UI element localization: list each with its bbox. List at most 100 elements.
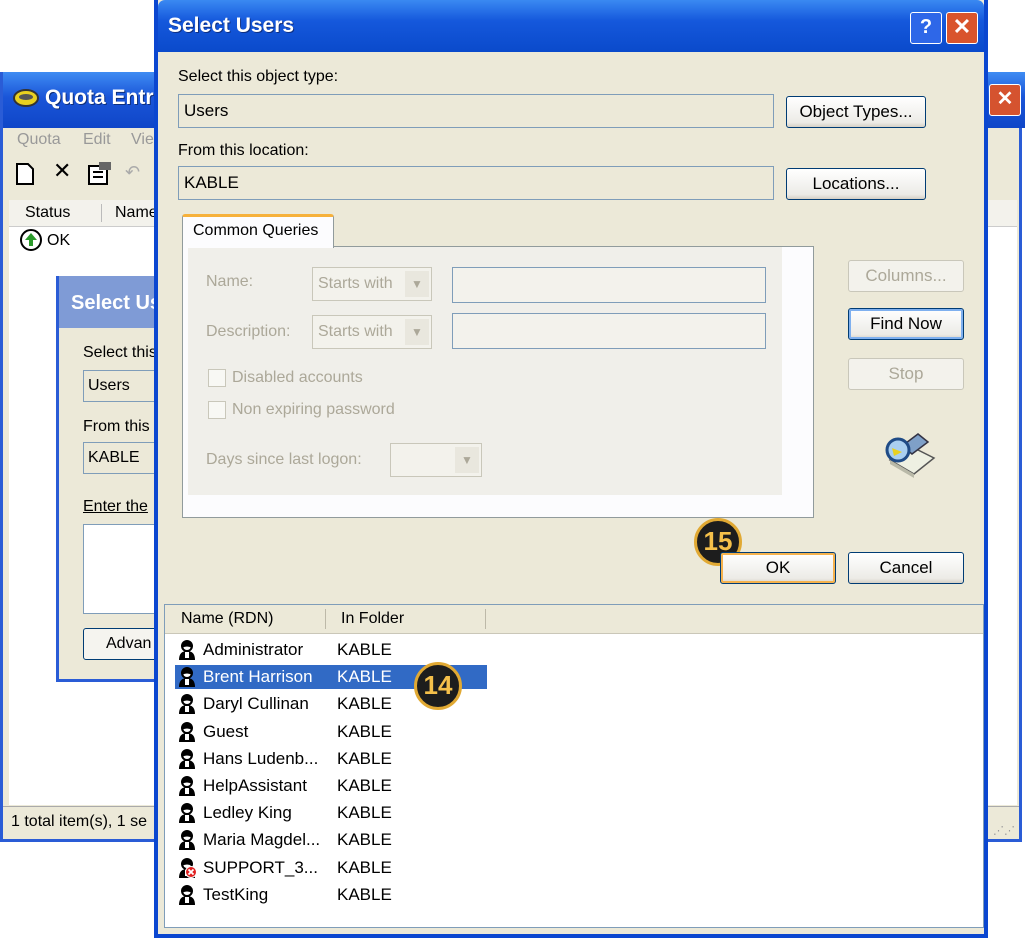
location-field: KABLE — [178, 166, 774, 200]
tab-common-queries[interactable]: Common Queries — [182, 214, 334, 248]
user-name: HelpAssistant — [203, 776, 307, 795]
quota-window-title: Quota Entri — [45, 86, 160, 109]
undo-icon[interactable]: ↶ — [125, 162, 140, 183]
user-folder: KABLE — [337, 803, 392, 823]
properties-icon[interactable] — [87, 160, 113, 186]
select-users-dialog: Select Users ? ✕ Select this object type… — [154, 0, 988, 938]
close-button[interactable]: ✕ — [946, 12, 978, 44]
resize-grip-icon[interactable]: ⋰⋰ — [993, 824, 1015, 838]
non-expiring-password-checkbox[interactable] — [208, 401, 226, 419]
column-separator — [485, 609, 486, 629]
disabled-accounts-label: Disabled accounts — [232, 369, 363, 386]
user-icon — [177, 830, 197, 851]
cancel-button[interactable]: Cancel — [848, 552, 964, 584]
table-row[interactable]: TestKing KABLE — [175, 883, 487, 907]
non-expiring-password-label: Non expiring password — [232, 401, 395, 418]
user-name: SUPPORT_3... — [203, 857, 318, 877]
status-ok-icon — [20, 229, 42, 251]
column-status[interactable]: Status — [25, 204, 70, 222]
user-folder: KABLE — [337, 857, 392, 877]
table-row[interactable]: Guest KABLE — [175, 720, 487, 744]
chevron-down-icon: ▼ — [455, 447, 479, 473]
user-name: Ledley King — [203, 803, 292, 823]
object-types-button[interactable]: Object Types... — [786, 96, 926, 128]
inner-object-type-label: Select this — [83, 344, 157, 361]
find-now-button[interactable]: Find Now — [848, 308, 964, 340]
user-icon — [177, 884, 197, 905]
column-in-folder[interactable]: In Folder — [341, 610, 404, 628]
user-name: Hans Ludenb... — [203, 748, 319, 768]
disabled-user-icon — [177, 857, 197, 878]
description-mode-select[interactable]: Starts with ▼ — [312, 315, 432, 349]
column-separator — [325, 609, 326, 629]
name-mode-select[interactable]: Starts with ▼ — [312, 267, 432, 301]
table-row[interactable]: Administrator KABLE — [175, 638, 487, 662]
user-folder: KABLE — [337, 776, 392, 795]
inner-select-users-dialog: Select Us Select this Users From this l … — [56, 276, 175, 682]
location-label: From this location: — [178, 142, 309, 159]
search-flashlight-icon — [885, 433, 936, 478]
disabled-accounts-checkbox[interactable] — [208, 369, 226, 387]
menu-quota[interactable]: Quota — [17, 131, 61, 149]
user-folder: KABLE — [337, 884, 392, 904]
stop-button[interactable]: Stop — [848, 358, 964, 390]
days-since-logon-select[interactable]: ▼ — [390, 443, 482, 477]
user-name: Brent Harrison — [203, 667, 313, 687]
column-name[interactable]: Name — [115, 204, 158, 222]
user-icon — [177, 667, 197, 688]
user-name: Maria Magdel... — [203, 830, 321, 850]
chevron-down-icon: ▼ — [405, 271, 429, 297]
name-input[interactable] — [452, 267, 766, 303]
object-type-field: Users — [178, 94, 774, 128]
table-row[interactable]: Maria Magdel... KABLE — [175, 828, 487, 852]
help-button[interactable]: ? — [910, 12, 942, 44]
user-icon — [177, 694, 197, 715]
ok-button[interactable]: OK — [720, 552, 836, 584]
user-icon — [177, 748, 197, 769]
user-name: Guest — [203, 721, 249, 741]
step-14-callout: 14 — [414, 662, 462, 710]
user-folder: KABLE — [337, 694, 392, 714]
object-type-label: Select this object type: — [178, 68, 339, 85]
days-since-logon-label: Days since last logon: — [206, 451, 362, 468]
description-mode-value: Starts with — [318, 323, 393, 340]
new-document-icon[interactable] — [15, 162, 35, 186]
dialog-title-bar[interactable]: Select Users ? ✕ — [158, 0, 984, 52]
description-input[interactable] — [452, 313, 766, 349]
inner-dialog-title-bar[interactable]: Select Us — [59, 276, 169, 328]
chevron-down-icon: ▼ — [405, 319, 429, 345]
locations-button[interactable]: Locations... — [786, 168, 926, 200]
user-name: Daryl Cullinan — [203, 694, 309, 714]
status-bar-text: 1 total item(s), 1 se — [11, 813, 148, 830]
inner-enter-names-label: Enter the — [83, 498, 148, 515]
inner-dialog-title: Select Us — [71, 292, 162, 314]
query-form-area: Name: Starts with ▼ Description: Starts … — [188, 247, 782, 495]
user-folder: KABLE — [337, 830, 392, 850]
quota-disk-icon — [13, 89, 39, 107]
menu-view[interactable]: Vie — [131, 131, 154, 149]
user-icon — [177, 803, 197, 824]
column-name-rdn[interactable]: Name (RDN) — [181, 610, 273, 628]
table-row[interactable]: Hans Ludenb... KABLE — [175, 747, 487, 771]
user-folder: KABLE — [337, 748, 392, 768]
inner-location-label: From this l — [83, 418, 158, 435]
menu-edit[interactable]: Edit — [83, 131, 111, 149]
user-icon — [177, 640, 197, 660]
user-name: Administrator — [203, 640, 304, 659]
table-row[interactable]: Ledley King KABLE — [175, 801, 487, 825]
column-separator — [101, 204, 102, 222]
description-label: Description: — [206, 323, 291, 340]
user-name: TestKing — [203, 884, 269, 904]
user-folder: KABLE — [337, 721, 392, 741]
common-queries-panel: Name: Starts with ▼ Description: Starts … — [182, 246, 814, 518]
search-results-list[interactable]: Name (RDN) In Folder Administrator KABLE B… — [164, 604, 984, 928]
quota-close-button[interactable]: ✕ — [989, 84, 1021, 116]
table-row[interactable]: SUPPORT_3... KABLE — [175, 856, 487, 880]
user-icon — [177, 776, 197, 796]
results-header: Name (RDN) In Folder — [165, 605, 983, 634]
delete-icon[interactable]: ✕ — [53, 158, 71, 184]
name-label: Name: — [206, 273, 254, 290]
user-icon — [177, 721, 197, 742]
table-row[interactable]: HelpAssistant KABLE — [175, 774, 487, 798]
columns-button[interactable]: Columns... — [848, 260, 964, 292]
